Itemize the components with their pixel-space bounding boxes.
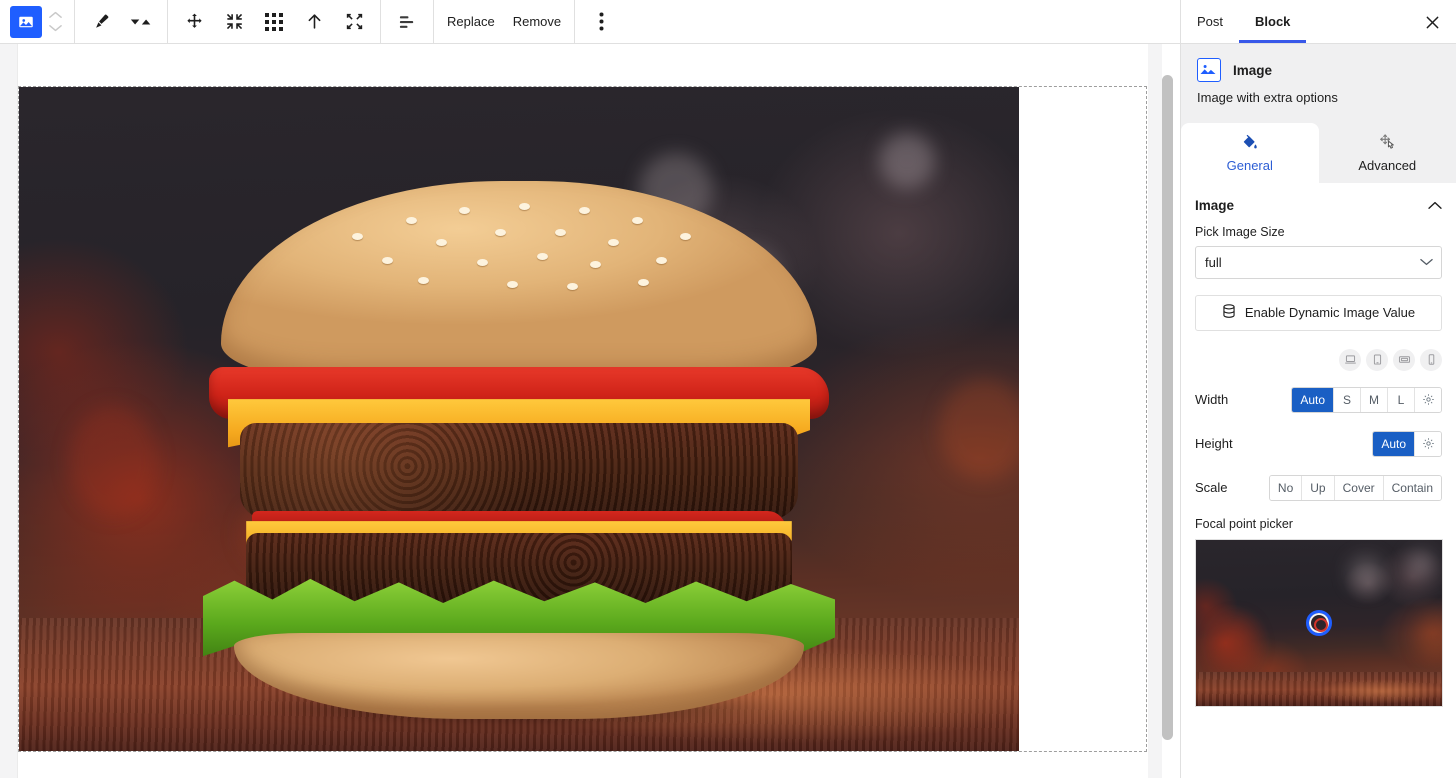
close-icon[interactable]	[1416, 6, 1448, 38]
scale-option-no[interactable]: No	[1269, 475, 1303, 500]
focal-point-label: Focal point picker	[1195, 516, 1293, 531]
focal-point-preview[interactable]	[1195, 538, 1443, 707]
move-cursor-icon	[1378, 133, 1397, 155]
remove-button[interactable]: Remove	[504, 2, 570, 42]
device-breakpoint-row	[1181, 331, 1456, 371]
sidebar-tab-bar: Post Block	[1181, 0, 1456, 44]
block-info-card: Image Image with extra options	[1181, 44, 1456, 123]
width-label: Width	[1195, 392, 1229, 408]
expand-arrows-icon[interactable]	[334, 2, 374, 42]
height-control-row: Height Auto	[1181, 429, 1456, 459]
panel-tab-bar: General Advanced	[1181, 122, 1456, 183]
tab-general-label: General	[1226, 158, 1273, 174]
block-toolbar: Replace Remove	[0, 0, 1180, 44]
grid-dots-icon[interactable]	[254, 2, 294, 42]
scale-option-cover[interactable]: Cover	[1334, 475, 1384, 500]
replace-button[interactable]: Replace	[438, 2, 504, 42]
section-image-header[interactable]: Image	[1181, 183, 1456, 225]
chevron-up-icon[interactable]	[1428, 197, 1442, 215]
tab-post[interactable]: Post	[1181, 0, 1239, 43]
height-option-auto[interactable]: Auto	[1373, 431, 1415, 456]
width-option-l[interactable]: L	[1388, 387, 1415, 412]
scale-control-row: Scale No Up Cover Contain	[1181, 473, 1456, 503]
height-label: Height	[1195, 436, 1233, 452]
panel-body: Image Pick Image Size thumbnailmediumlar…	[1181, 182, 1456, 778]
toolbar-group-transform	[168, 0, 381, 43]
scale-segmented-control: No Up Cover Contain	[1268, 474, 1442, 501]
editor-canvas	[0, 44, 1180, 778]
chevron-down-icon	[48, 25, 62, 32]
scale-option-up[interactable]: Up	[1302, 475, 1335, 500]
tab-advanced[interactable]: Advanced	[1319, 123, 1456, 183]
toolbar-group-block-type	[0, 0, 75, 43]
triangle-toggle-icon[interactable]	[121, 2, 161, 42]
scale-label: Scale	[1195, 480, 1228, 496]
pick-image-size-select[interactable]: thumbnailmediumlargefull	[1195, 245, 1442, 279]
image-icon	[1197, 58, 1221, 82]
pick-image-size-label: Pick Image Size	[1195, 224, 1285, 239]
tab-block[interactable]: Block	[1239, 0, 1306, 43]
height-settings-gear-icon[interactable]	[1415, 431, 1441, 456]
height-segmented-control: Auto	[1372, 430, 1442, 457]
focal-point-handle[interactable]	[1306, 609, 1332, 636]
enable-dynamic-image-value-button[interactable]: Enable Dynamic Image Value	[1195, 294, 1442, 331]
mobile-icon[interactable]	[1420, 348, 1442, 371]
image-figure[interactable]	[19, 87, 1019, 751]
arrow-up-icon[interactable]	[294, 2, 334, 42]
wordpress-block-editor: Replace Remove Post Block Image Image wi…	[0, 0, 1456, 778]
block-card-title: Image	[1233, 62, 1273, 78]
align-icon[interactable]	[387, 2, 427, 42]
pick-image-size-field: Pick Image Size thumbnailmediumlargefull	[1181, 225, 1456, 331]
width-option-s[interactable]: S	[1334, 387, 1361, 412]
vertical-dots-icon[interactable]	[581, 2, 621, 42]
brush-icon[interactable]	[81, 2, 121, 42]
focal-point-section: Focal point picker	[1181, 503, 1456, 707]
section-image-title: Image	[1195, 198, 1235, 214]
editor-scrollbar-thumb[interactable]	[1162, 75, 1173, 740]
block-card-description: Image with extra options	[1197, 90, 1338, 105]
laptop-icon[interactable]	[1339, 348, 1361, 371]
tablet-landscape-icon[interactable]	[1393, 348, 1415, 371]
width-settings-gear-icon[interactable]	[1415, 387, 1441, 412]
block-type-image-icon[interactable]	[10, 5, 42, 38]
width-option-auto[interactable]: Auto	[1292, 387, 1334, 412]
burger-photograph	[19, 87, 1019, 751]
canvas-right-gutter	[1148, 44, 1162, 778]
editor-scrollbar[interactable]	[1161, 44, 1175, 778]
canvas-left-gutter	[0, 44, 18, 778]
toolbar-group-more	[575, 0, 623, 43]
width-option-m[interactable]: M	[1361, 387, 1388, 412]
database-icon	[1222, 303, 1236, 322]
toolbar-group-media: Replace Remove	[434, 0, 576, 43]
tablet-icon[interactable]	[1366, 348, 1388, 371]
scale-option-contain[interactable]: Contain	[1383, 475, 1441, 500]
block-mover[interactable]	[42, 2, 68, 42]
collapse-arrows-icon[interactable]	[214, 2, 254, 42]
chevron-up-icon	[48, 11, 62, 18]
width-control-row: Width Auto S M L	[1181, 385, 1456, 415]
toolbar-group-align	[381, 0, 434, 43]
paint-bucket-icon	[1240, 133, 1259, 155]
tab-advanced-label: Advanced	[1358, 158, 1417, 174]
width-segmented-control: Auto S M L	[1291, 386, 1442, 413]
toolbar-group-style	[75, 0, 168, 43]
burger-graphic	[202, 181, 836, 726]
editor-area: Replace Remove	[0, 0, 1180, 778]
move-arrows-icon[interactable]	[174, 2, 214, 42]
image-block[interactable]	[18, 86, 1147, 752]
enable-dynamic-image-value-label: Enable Dynamic Image Value	[1244, 305, 1416, 321]
tab-general[interactable]: General	[1181, 122, 1319, 183]
settings-sidebar: Post Block Image Image with extra option…	[1180, 0, 1456, 778]
